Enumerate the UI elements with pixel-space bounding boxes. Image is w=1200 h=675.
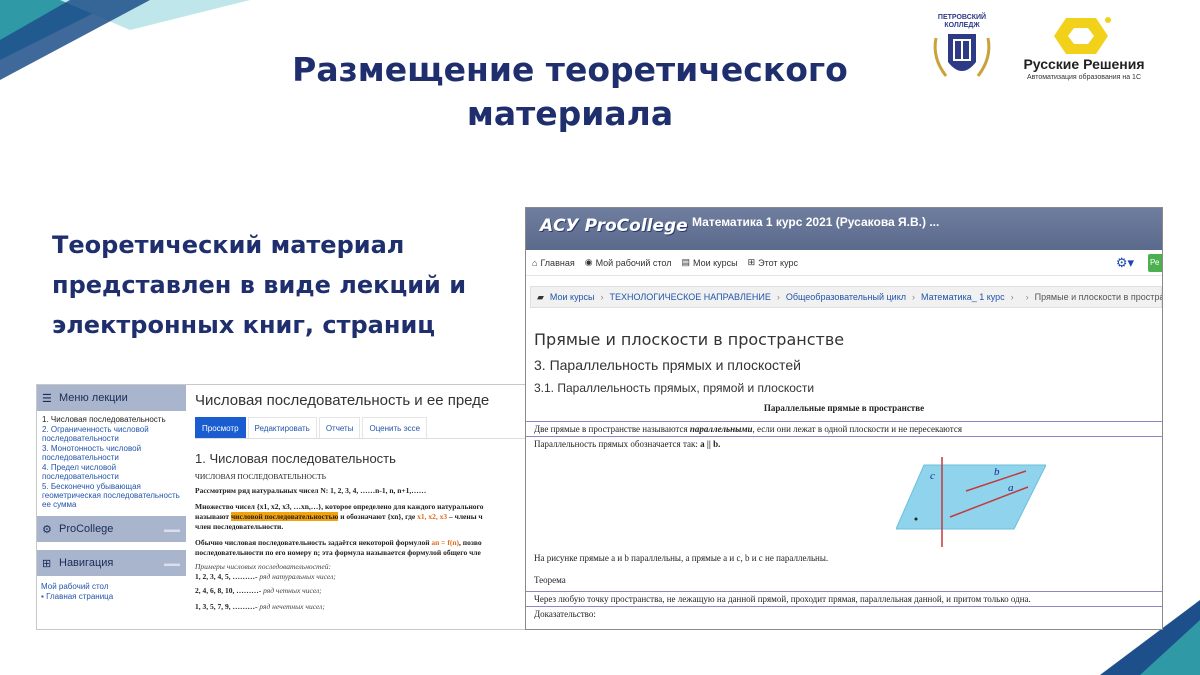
lecture-sidebar: ☰ Меню лекции 1. Числовая последовательн…: [37, 385, 186, 629]
block-actions-icon[interactable]: ▬▬: [164, 525, 180, 534]
lecture-text-heading: ЧИСЛОВАЯ ПОСЛЕДОВАТЕЛЬНОСТЬ: [195, 472, 326, 481]
course-title[interactable]: Математика 1 курс 2021 (Русакова Я.В.) .…: [692, 215, 939, 229]
tab-edit[interactable]: Редактировать: [247, 417, 317, 438]
lecture-text-line: 1, 2, 3, 4, 5, ………- ряд натуральных чисе…: [195, 572, 336, 581]
nav-item-home[interactable]: ▪ Главная страница: [41, 592, 182, 602]
slide-subtitle: Теоретический материал представлен в вид…: [52, 231, 467, 339]
navigation-block-header[interactable]: ⊞ Навигация ▬▬: [37, 550, 186, 576]
lecture-text-line: Примеры числовых последовательностей:: [195, 562, 332, 571]
lecture-menu-item[interactable]: 4. Предел числовой последовательности: [42, 463, 181, 481]
lecture-text-line: Обычно числовая последовательность задаё…: [195, 538, 482, 547]
breadcrumb-item[interactable]: Мои курсы: [550, 292, 595, 302]
breadcrumb-separator-icon: ›: [600, 292, 604, 302]
parallel-lines-figure: c b a: [526, 451, 1162, 547]
definition-text: Две прямые в пространстве называются пар…: [526, 421, 1162, 437]
figure-label: b: [994, 466, 1000, 478]
nav-item-dashboard[interactable]: Мой рабочий стол: [41, 582, 182, 592]
nav-home-label: Главная: [540, 257, 575, 268]
lecture-menu-header[interactable]: ☰ Меню лекции: [37, 385, 186, 411]
nav-dashboard[interactable]: ◉ Мой рабочий стол: [585, 257, 672, 268]
lecture-tabs: Просмотр Редактировать Отчеты Оценить эс…: [195, 417, 525, 439]
figure-label: c: [930, 470, 935, 482]
theorem-label: Теорема: [534, 575, 566, 585]
figure-label: a: [1008, 482, 1014, 494]
breadcrumb-item[interactable]: ТЕХНОЛОГИЧЕСКОЕ НАПРАВЛЕНИЕ: [609, 292, 770, 302]
lecture-text-line: последовательности по его номеру n; эта …: [195, 548, 481, 557]
lecture-menu-list: 1. Числовая последовательность 2. Ограни…: [37, 411, 186, 516]
tab-view[interactable]: Просмотр: [195, 417, 246, 438]
breadcrumb-separator-icon: ›: [912, 292, 915, 302]
tab-reports[interactable]: Отчеты: [318, 417, 361, 438]
lecture-text-line: Рассмотрим ряд натуральных чисел N: 1, 2…: [195, 486, 427, 495]
breadcrumb: ▰ Мои курсы › ТЕХНОЛОГИЧЕСКОЕ НАПРАВЛЕНИЕ…: [530, 286, 1162, 308]
procollege-block-title: ProCollege: [59, 523, 114, 535]
lecture-menu-item[interactable]: 1. Числовая последовательность: [42, 415, 181, 424]
book-screenshot: АСУ ProCollege Математика 1 курс 2021 (Р…: [525, 207, 1163, 630]
breadcrumb-item[interactable]: Математика_ 1 курс: [921, 292, 1005, 302]
decor-top-left: [0, 0, 250, 80]
nav-my-courses-label: Мои курсы: [693, 257, 738, 268]
lecture-menu-item[interactable]: 3. Монотонность числовой последовательно…: [42, 444, 181, 462]
edit-mode-button[interactable]: Ре: [1148, 253, 1162, 272]
lecture-text-line: называют числовой последовательностью и …: [195, 512, 483, 521]
partner-name: Русские Решения: [1023, 56, 1145, 72]
theorem-text: Через любую точку пространства, не лежащ…: [526, 591, 1162, 607]
proof-label: Доказательство:: [534, 609, 596, 619]
menu-icon: ☰: [42, 392, 52, 405]
breadcrumb-current: Прямые и плоскости в пространств: [1034, 292, 1162, 302]
navigation-block-title: Навигация: [59, 557, 114, 569]
slide-title: Размещение теоретического материала: [292, 50, 848, 133]
breadcrumb-separator-icon: ›: [1010, 292, 1014, 302]
app-header: АСУ ProCollege Математика 1 курс 2021 (Р…: [526, 208, 1162, 250]
lecture-section-title: 1. Числовая последовательность: [195, 451, 396, 466]
dashboard-icon: ◉: [584, 257, 593, 267]
nav-this-course-label: Этот курс: [758, 257, 798, 268]
book-title: Прямые и плоскости в пространстве: [534, 330, 845, 349]
college-logo: ПЕТРОВСКИЙ КОЛЛЕДЖ: [926, 14, 998, 88]
nav-my-courses[interactable]: ▤ Мои курсы: [682, 257, 738, 268]
lecture-menu-title: Меню лекции: [59, 392, 128, 404]
breadcrumb-separator-icon: ›: [1025, 292, 1029, 302]
breadcrumb-separator-icon: ›: [776, 292, 780, 302]
lecture-text-line: Множество чисел {x1, x2, x3, …xn,…}, кот…: [195, 502, 484, 511]
lecture-menu-item[interactable]: 5. Бесконечно убывающая геометрическая п…: [42, 482, 181, 509]
sitemap-icon: ⊞: [747, 257, 756, 267]
lecture-text-line: 2, 4, 6, 8, 10, ………- ряд четных чисел;: [195, 586, 322, 595]
top-navbar: ⌂ Главная ◉ Мой рабочий стол ▤ Мои курсы ⊞ Э…: [526, 250, 1162, 276]
topic-heading: Параллельные прямые в пространстве: [763, 403, 925, 413]
tab-grade-essays[interactable]: Оценить эссе: [362, 417, 428, 438]
home-icon: ⌂: [532, 257, 538, 268]
folder-icon: ▤: [681, 257, 691, 267]
nav-item-home-label: Главная страница: [46, 592, 114, 601]
navigation-list: Мой рабочий стол ▪ Главная страница: [37, 576, 186, 602]
gear-icon[interactable]: ⚙▾: [1116, 255, 1134, 271]
breadcrumb-item[interactable]: Общеобразовательный цикл: [786, 292, 906, 302]
notation-text: Параллельность прямых обозначается так: …: [534, 439, 721, 449]
subchapter-title: 3.1. Параллельность прямых, прямой и пло…: [534, 381, 815, 395]
nav-home[interactable]: ⌂ Главная: [532, 258, 575, 268]
sitemap-icon: ⊞: [42, 557, 52, 570]
lecture-content: Числовая последовательность и ее преде П…: [195, 385, 525, 629]
lecture-page-title: Числовая последовательность и ее преде: [195, 392, 490, 409]
lecture-menu-item[interactable]: 2. Ограниченность числовой последователь…: [42, 425, 181, 443]
app-brand[interactable]: АСУ ProCollege: [540, 216, 688, 236]
folder-icon: ▰: [537, 291, 544, 302]
block-actions-icon[interactable]: ▬▬: [164, 559, 180, 568]
partner-logo: Русские Решения Автоматизация образовани…: [1018, 16, 1150, 86]
lecture-text-line: член последовательности.: [195, 522, 284, 531]
nav-this-course[interactable]: ⊞ Этот курс: [748, 257, 798, 268]
cogs-icon: ⚙: [42, 523, 52, 536]
chapter-title: 3. Параллельность прямых и плоскостей: [534, 357, 801, 373]
lecture-screenshot: ☰ Меню лекции 1. Числовая последовательн…: [36, 384, 526, 630]
procollege-block-header[interactable]: ⚙ ProCollege ▬▬: [37, 516, 186, 542]
partner-tagline: Автоматизация образования на 1С: [1026, 74, 1141, 81]
lecture-text: ЧИСЛОВАЯ ПОСЛЕДОВАТЕЛЬНОСТЬ Рассмотрим р…: [195, 472, 525, 612]
nav-dashboard-label: Мой рабочий стол: [595, 257, 672, 268]
lecture-text-line: 1, 3, 5, 7, 9, ………- ряд нечетных чисел;: [195, 602, 325, 611]
figure-caption: На рисунке прямые a и b параллельны, а п…: [534, 553, 829, 563]
